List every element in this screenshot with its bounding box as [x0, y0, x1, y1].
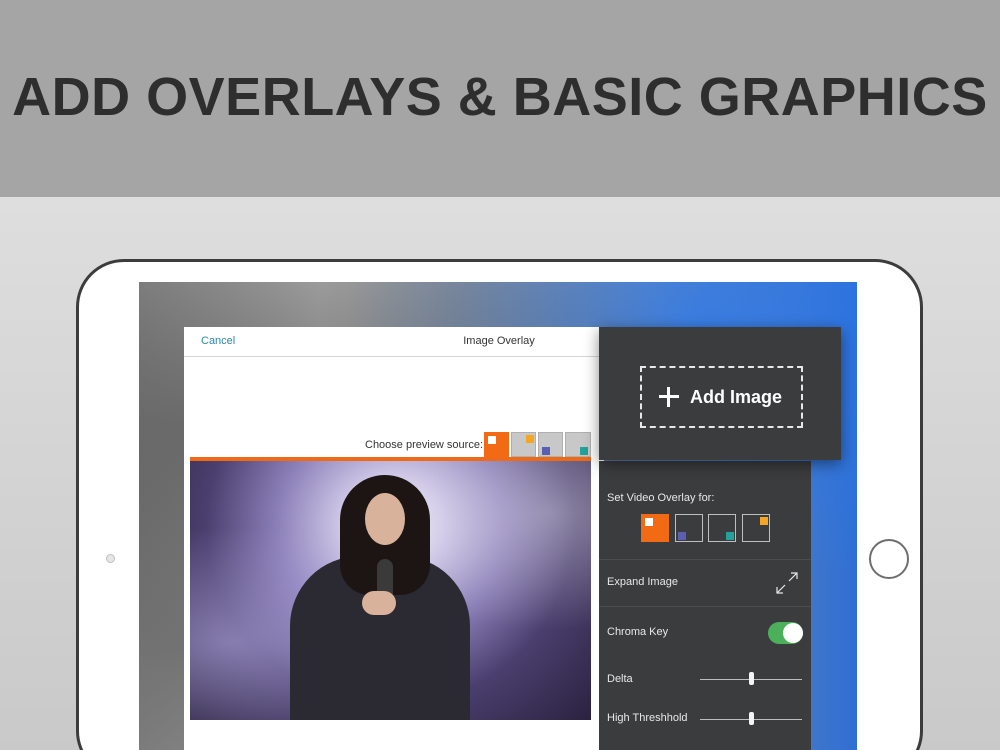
divider [599, 559, 811, 560]
overlay-source-1[interactable] [641, 514, 669, 542]
singer-hand [362, 591, 396, 615]
high-threshold-label: High Threshhold [607, 712, 688, 724]
source-marker-icon [542, 447, 550, 455]
source-marker-icon [726, 532, 734, 540]
add-image-popover: Add Image [599, 327, 841, 460]
chroma-key-label: Chroma Key [607, 626, 669, 638]
source-marker-icon [645, 518, 653, 526]
overlay-settings-panel: Set Video Overlay for: Expand Image Chro… [599, 461, 811, 750]
overlay-source-2[interactable] [675, 514, 703, 542]
source-marker-icon [760, 517, 768, 525]
modal-header: Cancel Image Overlay [184, 327, 604, 357]
divider [599, 606, 811, 607]
plus-icon [659, 387, 679, 407]
overlay-source-4[interactable] [742, 514, 770, 542]
preview-source-1[interactable] [484, 432, 509, 457]
overlay-for-label: Set Video Overlay for: [607, 492, 715, 504]
preview-source-2[interactable] [511, 432, 536, 457]
source-marker-icon [488, 436, 496, 444]
banner-title: ADD OVERLAYS & BASIC GRAPHICS [12, 67, 988, 127]
preview-source-label: Choose preview source: [365, 439, 484, 451]
source-marker-icon [580, 447, 588, 455]
source-marker-icon [526, 435, 534, 443]
add-image-label: Add Image [690, 387, 783, 407]
promo-banner: ADD OVERLAYS & BASIC GRAPHICS [0, 0, 1000, 197]
chroma-key-toggle[interactable] [768, 622, 803, 644]
delta-slider-thumb[interactable] [748, 672, 754, 685]
expand-arrows-icon[interactable] [775, 571, 799, 595]
home-button[interactable] [869, 539, 909, 579]
threshold-slider-thumb[interactable] [748, 712, 754, 725]
source-marker-icon [678, 532, 686, 540]
delta-label: Delta [607, 673, 633, 685]
preview-source-4[interactable] [565, 432, 591, 457]
preview-source-3[interactable] [538, 432, 563, 457]
overlay-source-3[interactable] [708, 514, 736, 542]
expand-image-label: Expand Image [607, 576, 678, 588]
add-image-button[interactable]: Add Image [640, 366, 803, 428]
camera-icon [106, 554, 115, 563]
toggle-knob [783, 623, 803, 643]
singer-face [365, 493, 405, 545]
preview-image [190, 461, 591, 720]
